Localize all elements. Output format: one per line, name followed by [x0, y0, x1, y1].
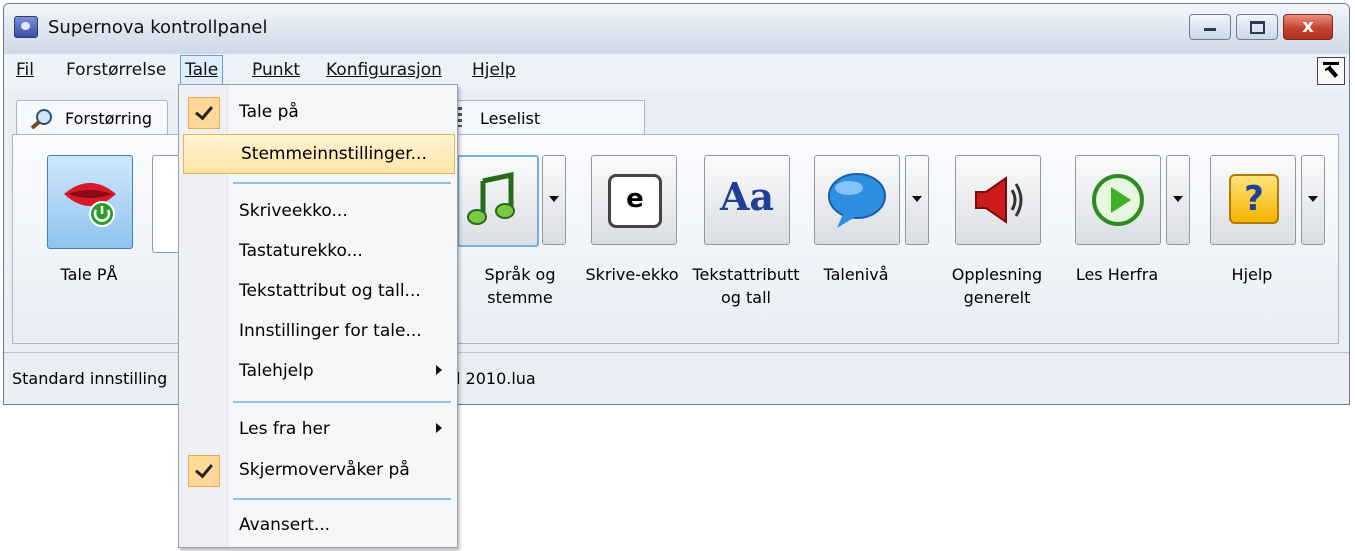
menu-item-label: Talehjelp — [239, 361, 314, 381]
speech-bubble-icon — [828, 173, 886, 228]
taleniva-dropdown-button[interactable] — [905, 155, 929, 245]
opplesning-label-2: generelt — [963, 288, 1031, 307]
opplesning-label-1: Opplesning — [951, 265, 1043, 284]
menu-item-talehjelp[interactable]: Talehjelp — [182, 352, 454, 390]
menu-punkt-label: Punkt — [252, 60, 301, 80]
menu-fil[interactable]: Fil — [12, 60, 38, 80]
skrive-ekko-button[interactable]: e — [591, 155, 677, 245]
help-question-icon: ? — [1229, 174, 1279, 224]
menu-item-les-fra-her[interactable]: Les fra her — [182, 410, 454, 448]
tab-forstorring[interactable]: Forstørring — [16, 100, 168, 135]
menu-item-label: Skjermovervåker på — [239, 460, 410, 480]
tale-dropdown-menu: Tale på Stemmeinnstillinger... Skriveekk… — [178, 84, 458, 548]
close-button[interactable]: x — [1283, 14, 1333, 40]
app-icon[interactable] — [14, 16, 38, 38]
menu-item-tastaturekko[interactable]: Tastaturekko... — [182, 232, 454, 270]
menu-forstorrelse[interactable]: Forstørrelse — [62, 60, 170, 80]
menu-punkt[interactable]: Punkt — [248, 60, 304, 80]
menu-item-label: Skriveekko... — [239, 201, 348, 221]
taleniva-label: Talenivå — [823, 265, 889, 284]
pin-arrow-icon — [1323, 62, 1339, 78]
maximize-button[interactable] — [1236, 14, 1278, 40]
les-herfra-label: Les Herfra — [1075, 265, 1159, 284]
menu-tale-label: Tale — [185, 60, 219, 80]
menu-hjelp-label: Hjelp — [472, 60, 516, 80]
close-icon: x — [1302, 16, 1314, 37]
keyboard-key-icon: e — [608, 174, 662, 228]
menu-konfigurasjon-label: Konfigurasjon — [326, 60, 442, 80]
menu-separator — [233, 401, 451, 403]
status-text-left: Standard innstilling — [12, 369, 168, 388]
loudspeaker-icon — [975, 176, 1023, 224]
submenu-arrow-icon — [436, 365, 442, 375]
menu-item-tale-pa[interactable]: Tale på — [182, 93, 454, 131]
menu-item-tekstattribut[interactable]: Tekstattribut og tall... — [182, 272, 454, 310]
text-attribute-icon: Aa — [719, 174, 775, 219]
menu-item-label: Innstillinger for tale... — [239, 321, 422, 341]
menu-item-stemmeinnstillinger[interactable]: Stemmeinnstillinger... — [183, 134, 455, 174]
menu-separator — [233, 182, 451, 184]
tale-pa-label: Tale PÅ — [60, 265, 118, 284]
window-title: Supernova kontrollpanel — [48, 17, 268, 38]
menu-item-label: Stemmeinnstillinger... — [241, 144, 427, 164]
sprak-label-1: Språk og — [484, 265, 556, 284]
les-herfra-dropdown-button[interactable] — [1166, 155, 1190, 245]
tab-leselist[interactable]: Leselist — [444, 100, 645, 135]
menu-item-label: Les fra her — [239, 419, 330, 439]
hjelp-dropdown-button[interactable] — [1301, 155, 1325, 245]
tab-leselist-label: Leselist — [480, 109, 541, 128]
taleniva-button[interactable] — [814, 155, 900, 245]
menu-item-label: Avansert... — [239, 515, 331, 535]
tekstattributt-label-2: og tall — [721, 288, 771, 307]
tab-forstorring-label: Forstørring — [65, 109, 153, 128]
menu-item-label: Tekstattribut og tall... — [239, 281, 421, 301]
menu-konfigurasjon[interactable]: Konfigurasjon — [322, 60, 446, 80]
magnifier-icon — [30, 109, 52, 130]
menu-item-skjermovervaker[interactable]: Skjermovervåker på — [182, 451, 454, 489]
menu-tale[interactable]: Tale — [180, 55, 224, 85]
tekstattributt-label-1: Tekstattributt — [692, 265, 800, 284]
status-text-right: l 2010.lua — [456, 369, 536, 388]
menu-separator — [233, 498, 451, 500]
menu-item-label: Tale på — [239, 102, 299, 122]
minimize-button[interactable] — [1189, 14, 1231, 40]
hjelp-button[interactable]: ? — [1210, 155, 1296, 245]
les-herfra-button[interactable] — [1075, 155, 1161, 245]
title-bar[interactable]: Supernova kontrollpanel x — [4, 4, 1349, 54]
tale-pa-button[interactable] — [47, 155, 133, 249]
checkmark-icon — [188, 97, 220, 129]
pin-button[interactable] — [1317, 57, 1345, 85]
menu-fil-label: Fil — [16, 60, 34, 80]
menu-item-skriveekko[interactable]: Skriveekko... — [182, 192, 454, 230]
tekstattributt-button[interactable]: Aa — [704, 155, 790, 245]
menu-item-avansert[interactable]: Avansert... — [182, 506, 454, 544]
lips-icon — [64, 183, 116, 227]
opplesning-button[interactable] — [955, 155, 1041, 245]
submenu-arrow-icon — [436, 423, 442, 433]
music-note-icon — [467, 171, 515, 225]
menu-item-innstillinger-for-tale[interactable]: Innstillinger for tale... — [182, 312, 454, 350]
play-icon — [1092, 174, 1144, 226]
menu-hjelp[interactable]: Hjelp — [468, 60, 519, 80]
sprak-label-2: stemme — [487, 288, 553, 307]
hjelp-label: Hjelp — [1231, 265, 1273, 284]
skrive-ekko-label: Skrive-ekko — [585, 265, 679, 284]
menu-item-label: Tastaturekko... — [239, 241, 363, 261]
checkmark-icon — [188, 455, 220, 487]
sprak-dropdown-button[interactable] — [542, 155, 566, 245]
sprak-og-stemme-button[interactable] — [457, 155, 539, 247]
